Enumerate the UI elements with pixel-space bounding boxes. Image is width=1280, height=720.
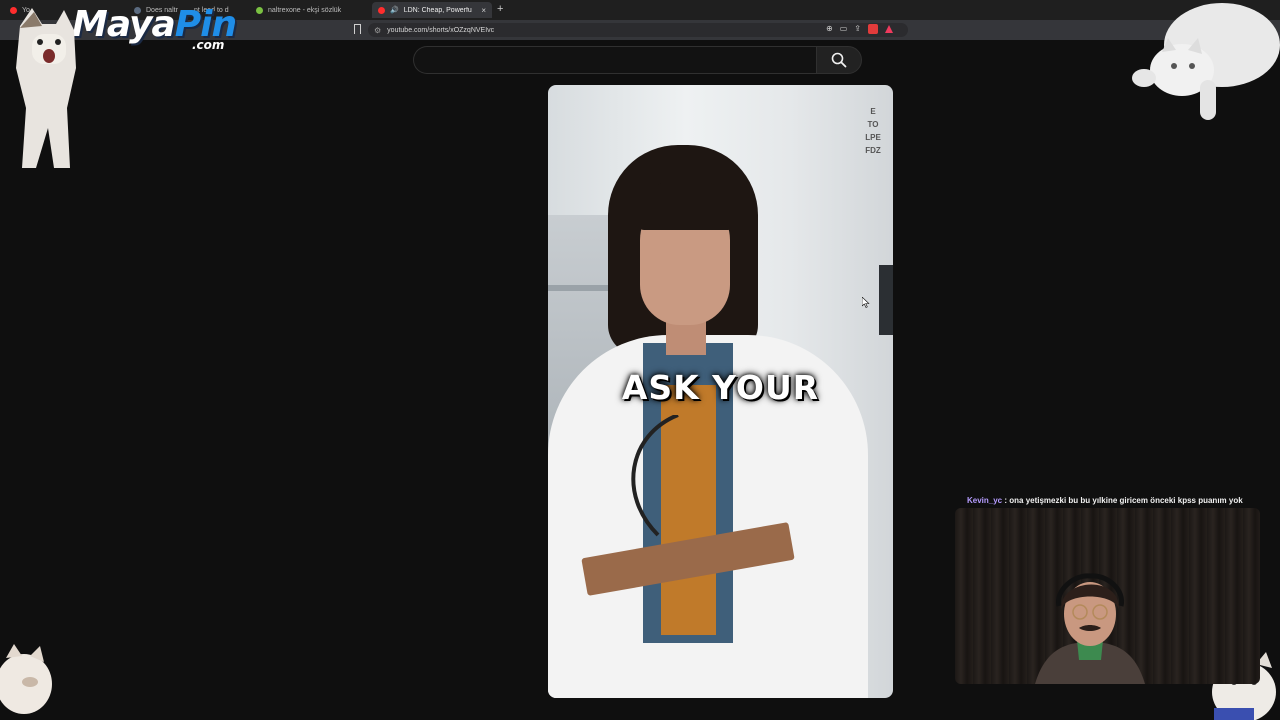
url-text: youtube.com/shorts/xOZzqNVEIvc [387,26,495,34]
logo-maya-text: Maya [72,4,176,45]
logo-dotcom-text: .com [192,38,225,52]
zoom-icon[interactable]: ⊕ [826,24,833,34]
streamer-webcam [955,508,1260,684]
speaker-icon: 🔊 [390,7,399,14]
search-input[interactable] [413,46,816,74]
shorts-video-player[interactable]: E TO LPE FDZ ASK YOUR [548,85,893,698]
streamer-avatar [1035,573,1145,684]
toolbar-icons: ⊕ ▭ ⇪ [826,24,893,34]
tab-eksi-sozluk[interactable]: naltrexone - ekşi sözlük [250,2,360,18]
chat-username: Kevin_yc [967,496,1003,505]
new-tab-button[interactable]: + [497,3,503,15]
eye-chart-line: LPE [865,133,881,142]
eye-chart-line: FDZ [865,146,881,155]
cat-sticker-icon [16,8,76,168]
tab-ldn-video[interactable]: 🔊 LDN: Cheap, Powerful, and O × [372,2,492,18]
youtube-favicon-icon [378,6,385,14]
search-button[interactable] [816,46,862,74]
video-caption: ASK YOUR [621,368,820,407]
site-info-icon[interactable]: ⚙ [374,26,381,35]
stethoscope-icon [631,415,679,537]
chat-text: ona yetişmezki bu bu yılkine giricem önc… [1009,496,1243,505]
cast-icon[interactable]: ▭ [840,24,848,34]
eye-chart-line: E [870,107,876,116]
search-icon [831,52,847,68]
eye-chart-line: TO [867,120,879,129]
share-icon[interactable]: ⇪ [854,24,861,34]
cat-sticker-icon [1132,3,1280,120]
close-tab-icon[interactable]: × [481,6,486,15]
background-monitor [879,265,893,335]
brave-rewards-icon[interactable] [884,25,893,33]
eksi-favicon-icon [256,6,263,14]
tab-label: naltrexone - ekşi sözlük [268,6,342,14]
tab-label: LDN: Cheap, Powerful, and O [403,6,473,14]
cat-sticker-icon [0,644,52,714]
chat-message: Kevin_yc : ona yetişmezki bu bu yılkine … [967,496,1243,505]
brave-shield-icon[interactable] [867,24,878,34]
eye-chart: E TO LPE FDZ [859,105,887,215]
bookmark-icon[interactable] [354,24,361,34]
mayapin-logo: MayaPin .com [72,2,237,54]
mouse-cursor-icon [862,297,870,308]
